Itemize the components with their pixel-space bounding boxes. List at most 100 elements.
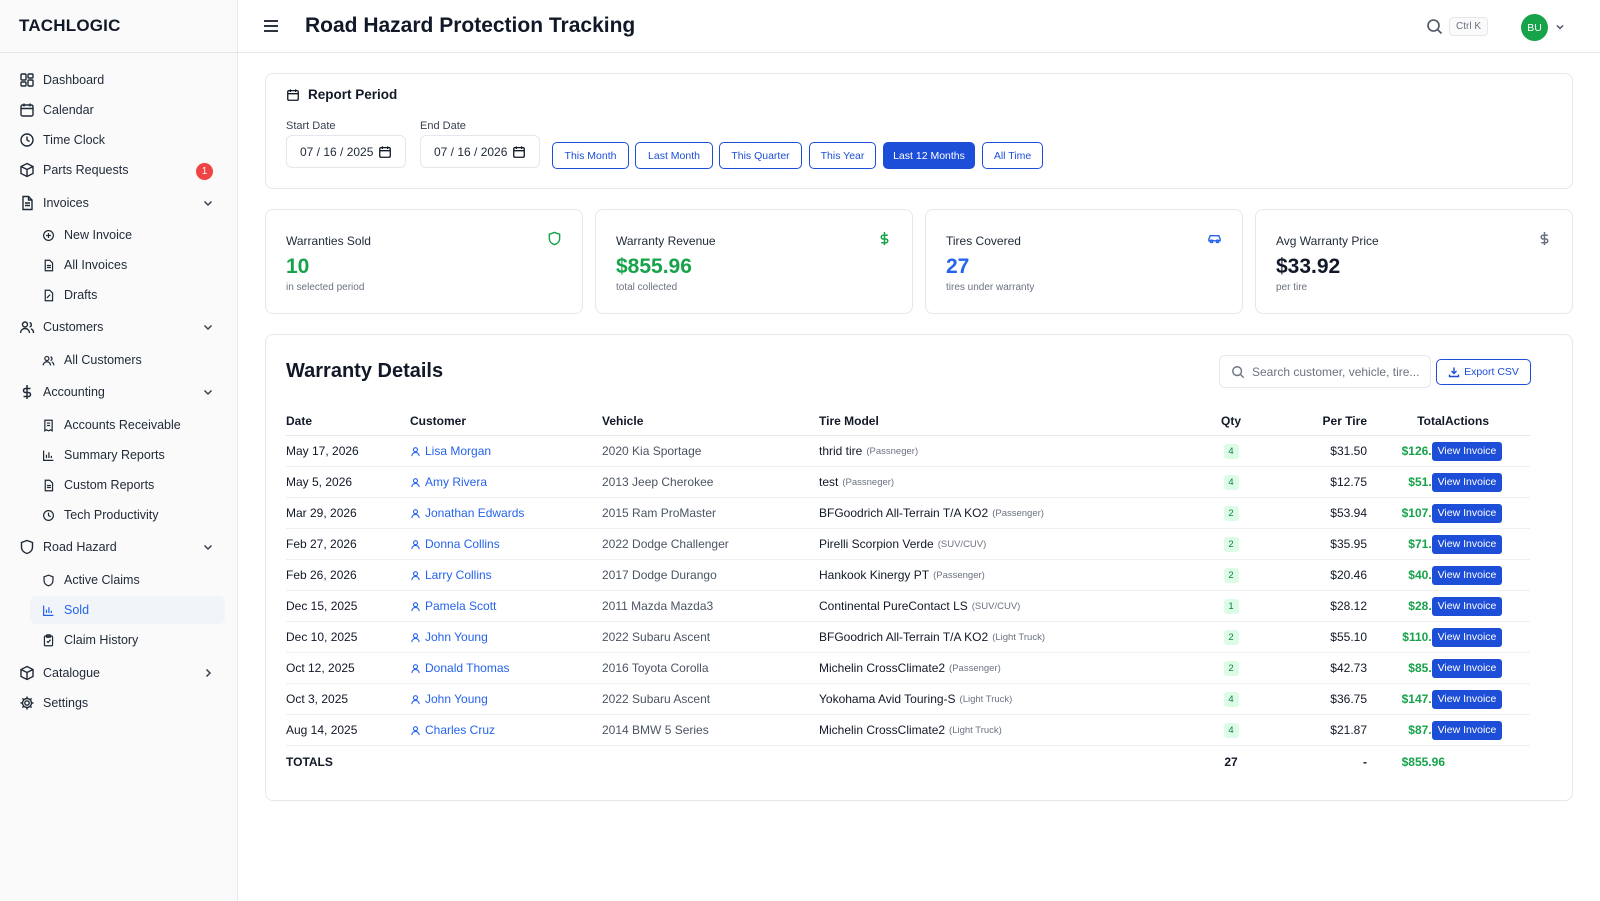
view-invoice-button[interactable]: View Invoice — [1431, 565, 1503, 585]
chevron-down-icon[interactable] — [201, 385, 215, 399]
view-invoice-button[interactable]: View Invoice — [1431, 658, 1503, 678]
cell-qty: 1 — [1211, 591, 1251, 621]
stat-value: 27 — [946, 255, 970, 278]
dollar-icon — [1540, 231, 1549, 246]
bar-chart-icon — [40, 447, 56, 463]
customer-link[interactable]: Larry Collins — [410, 560, 492, 590]
view-invoice-button[interactable]: View Invoice — [1431, 534, 1503, 554]
chevron-down-icon[interactable] — [201, 540, 215, 554]
sidebar-item-sold[interactable]: Sold — [30, 596, 225, 624]
customer-name: Amy Rivera — [425, 475, 488, 489]
cell-vehicle: 2022 Subaru Ascent — [602, 630, 711, 644]
qty-badge: 4 — [1223, 474, 1239, 490]
sidebar-item-dashboard[interactable]: Dashboard — [10, 66, 225, 94]
column-header-per-tire[interactable]: Per Tire — [1271, 407, 1367, 435]
customer-link[interactable]: Amy Rivera — [410, 467, 487, 497]
customer-name: Jonathan Edwards — [425, 506, 525, 520]
sidebar-item-accounting[interactable]: Accounting — [10, 378, 225, 406]
end-date-input[interactable]: 07 / 16 / 2026 — [420, 135, 540, 168]
stat-label: Tires Covered — [946, 234, 1021, 248]
view-invoice-button[interactable]: View Invoice — [1431, 441, 1503, 461]
sidebar-item-custom-reports[interactable]: Custom Reports — [30, 471, 225, 499]
stat-subtext: per tire — [1276, 282, 1308, 293]
customer-name: Donna Collins — [425, 537, 500, 551]
chevron-right-icon[interactable] — [201, 666, 215, 680]
menu-icon[interactable] — [262, 17, 280, 35]
export-csv-button[interactable]: Export CSV — [1436, 359, 1531, 385]
sidebar-item-tech-productivity[interactable]: Tech Productivity — [30, 501, 225, 529]
cell-actions: View Invoice — [1431, 498, 1503, 528]
cell-vehicle: 2014 BMW 5 Series — [602, 723, 709, 737]
tire-model-name: Pirelli Scorpion Verde — [819, 537, 934, 551]
range-this-year-button[interactable]: This Year — [809, 142, 876, 169]
cell-date: Feb 26, 2026 — [286, 568, 357, 582]
sidebar-item-all-customers[interactable]: All Customers — [30, 346, 225, 374]
tire-model-name: BFGoodrich All-Terrain T/A KO2 — [819, 506, 989, 520]
search-icon[interactable] — [1426, 18, 1443, 35]
range-this-month-button[interactable]: This Month — [552, 142, 629, 169]
column-header-customer[interactable]: Customer — [410, 407, 466, 435]
view-invoice-button[interactable]: View Invoice — [1431, 503, 1503, 523]
sidebar-item-settings[interactable]: Settings — [10, 689, 225, 717]
customer-link[interactable]: Lisa Morgan — [410, 436, 491, 466]
chevron-down-icon[interactable] — [201, 320, 215, 334]
customer-link[interactable]: Jonathan Edwards — [410, 498, 524, 528]
cell-actions: View Invoice — [1431, 684, 1503, 714]
sidebar-item-all-invoices[interactable]: All Invoices — [30, 251, 225, 279]
brand-logo[interactable]: TACHLOGIC — [0, 0, 237, 53]
customer-link[interactable]: John Young — [410, 684, 488, 714]
sidebar-item-invoices[interactable]: Invoices — [10, 189, 225, 217]
sidebar-item-road-hazard[interactable]: Road Hazard — [10, 533, 225, 561]
sidebar-item-customers[interactable]: Customers — [10, 313, 225, 341]
cell-per-tire: $28.12 — [1330, 599, 1367, 613]
avatar[interactable]: BU — [1521, 14, 1548, 41]
sidebar-item-summary-reports[interactable]: Summary Reports — [30, 441, 225, 469]
range-last-month-button[interactable]: Last Month — [635, 142, 713, 169]
range-last-12-months-button[interactable]: Last 12 Months — [883, 142, 975, 169]
chevron-down-icon[interactable] — [1554, 21, 1566, 33]
customer-link[interactable]: Charles Cruz — [410, 715, 495, 745]
view-invoice-button[interactable]: View Invoice — [1431, 596, 1503, 616]
cell-tire-model: Continental PureContact LS (SUV/CUV) — [819, 591, 1020, 621]
stat-card-tires-covered: Tires Covered 27 tires under warranty — [925, 209, 1243, 314]
sidebar-item-parts-requests[interactable]: Parts Requests 1 — [10, 156, 225, 184]
column-header-qty[interactable]: Qty — [1211, 407, 1251, 435]
sidebar-item-accounts-receivable[interactable]: Accounts Receivable — [30, 411, 225, 439]
column-header-date[interactable]: Date — [286, 407, 312, 435]
sidebar-item-label: Invoices — [43, 196, 89, 210]
view-invoice-button[interactable]: View Invoice — [1431, 472, 1503, 492]
sidebar-item-catalogue[interactable]: Catalogue — [10, 659, 225, 687]
column-header-actions: Actions — [1444, 414, 1489, 428]
calendar-icon[interactable] — [378, 145, 392, 159]
view-invoice-button[interactable]: View Invoice — [1431, 627, 1503, 647]
customer-name: Charles Cruz — [425, 723, 496, 737]
keyboard-shortcut-hint: Ctrl K — [1449, 17, 1488, 36]
search-input[interactable]: Search customer, vehicle, tire... — [1219, 355, 1431, 388]
column-header-tire-model[interactable]: Tire Model — [819, 407, 879, 435]
column-header-vehicle[interactable]: Vehicle — [602, 407, 643, 435]
customer-link[interactable]: Donna Collins — [410, 529, 500, 559]
view-invoice-button[interactable]: View Invoice — [1431, 689, 1503, 709]
chevron-down-icon[interactable] — [201, 196, 215, 210]
warranty-table: Date Customer Vehicle Tire Model Qty Per… — [286, 407, 1530, 778]
range-this-quarter-button[interactable]: This Quarter — [719, 142, 802, 169]
range-all-time-button[interactable]: All Time — [982, 142, 1043, 169]
sidebar-item-calendar[interactable]: Calendar — [10, 96, 225, 124]
cell-tire-model: Hankook Kinergy PT (Passenger) — [819, 560, 985, 590]
view-invoice-button[interactable]: View Invoice — [1431, 720, 1503, 740]
cell-per-tire: $21.87 — [1330, 723, 1367, 737]
sidebar-item-time-clock[interactable]: Time Clock — [10, 126, 225, 154]
table-row: Oct 3, 2025 John Young 2022 Subaru Ascent Y… — [286, 684, 1530, 715]
sidebar-item-new-invoice[interactable]: New Invoice — [30, 221, 225, 249]
sidebar-item-claim-history[interactable]: Claim History — [30, 626, 225, 654]
customer-link[interactable]: John Young — [410, 622, 488, 652]
calendar-icon[interactable] — [512, 145, 526, 159]
cell-per-tire: $31.50 — [1330, 444, 1367, 458]
sidebar-item-label: Settings — [43, 696, 89, 710]
stat-label: Avg Warranty Price — [1276, 234, 1379, 248]
sidebar-item-drafts[interactable]: Drafts — [30, 281, 225, 309]
sidebar-item-active-claims[interactable]: Active Claims — [30, 566, 225, 594]
customer-link[interactable]: Pamela Scott — [410, 591, 496, 621]
start-date-input[interactable]: 07 / 16 / 2025 — [286, 135, 406, 168]
customer-link[interactable]: Donald Thomas — [410, 653, 510, 683]
